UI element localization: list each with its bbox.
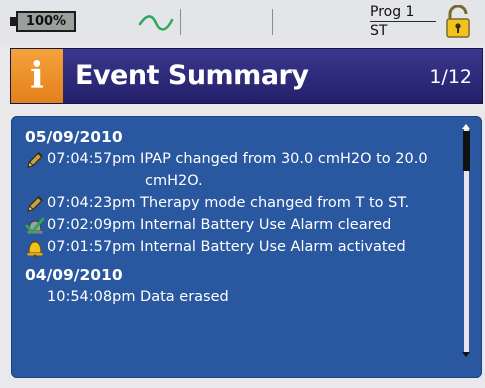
event-list: 05/09/2010 07:04:57pm IPAP changed from … xyxy=(25,126,455,308)
event-text: 07:02:09pm Internal Battery Use Alarm cl… xyxy=(47,217,392,233)
list-item[interactable]: 10:54:08pm Data erased xyxy=(25,286,455,308)
title-bar: i Event Summary 1/12 xyxy=(10,48,483,104)
event-text: 07:01:57pm Internal Battery Use Alarm ac… xyxy=(47,239,406,255)
event-text: 07:04:23pm Therapy mode changed from T t… xyxy=(47,195,410,211)
event-text-continued: cmH2O. xyxy=(145,173,203,189)
event-text: 07:04:57pm IPAP changed from 30.0 cmH2O … xyxy=(47,151,428,167)
mode-label: ST xyxy=(370,23,388,39)
page-indicator: 1/12 xyxy=(429,66,472,88)
date-heading: 05/09/2010 xyxy=(25,128,123,146)
padlock-icon[interactable] xyxy=(444,5,472,39)
list-item[interactable]: 07:01:57pm Internal Battery Use Alarm ac… xyxy=(25,236,455,258)
airflow-wave-icon xyxy=(138,15,174,31)
list-item[interactable]: 07:04:57pm IPAP changed from 30.0 cmH2O … xyxy=(25,148,455,192)
list-item[interactable]: 07:04:23pm Therapy mode changed from T t… xyxy=(25,192,455,214)
info-icon: i xyxy=(11,49,63,103)
list-item[interactable]: 07:02:09pm Internal Battery Use Alarm cl… xyxy=(25,214,455,236)
event-list-panel[interactable]: 05/09/2010 07:04:57pm IPAP changed from … xyxy=(11,116,482,378)
battery-level: 100% xyxy=(16,11,76,32)
scroll-thumb[interactable] xyxy=(463,131,470,171)
event-text: 10:54:08pm Data erased xyxy=(47,289,229,305)
program-label: Prog 1 xyxy=(370,4,436,22)
battery-icon: 100% xyxy=(10,11,76,32)
pencil-icon xyxy=(27,196,43,212)
date-heading: 04/09/2010 xyxy=(25,266,123,284)
status-divider xyxy=(272,9,273,35)
scrollbar[interactable] xyxy=(462,124,471,357)
page-title: Event Summary xyxy=(75,60,309,91)
alarm-bell-icon xyxy=(27,240,43,258)
status-divider xyxy=(180,9,181,35)
program-indicator: Prog 1 ST xyxy=(370,4,436,40)
pencil-icon xyxy=(27,152,43,168)
alarm-cleared-icon xyxy=(25,217,45,235)
status-bar: 100% Prog 1 ST xyxy=(0,0,485,44)
scroll-down-arrow-icon[interactable] xyxy=(462,352,470,357)
